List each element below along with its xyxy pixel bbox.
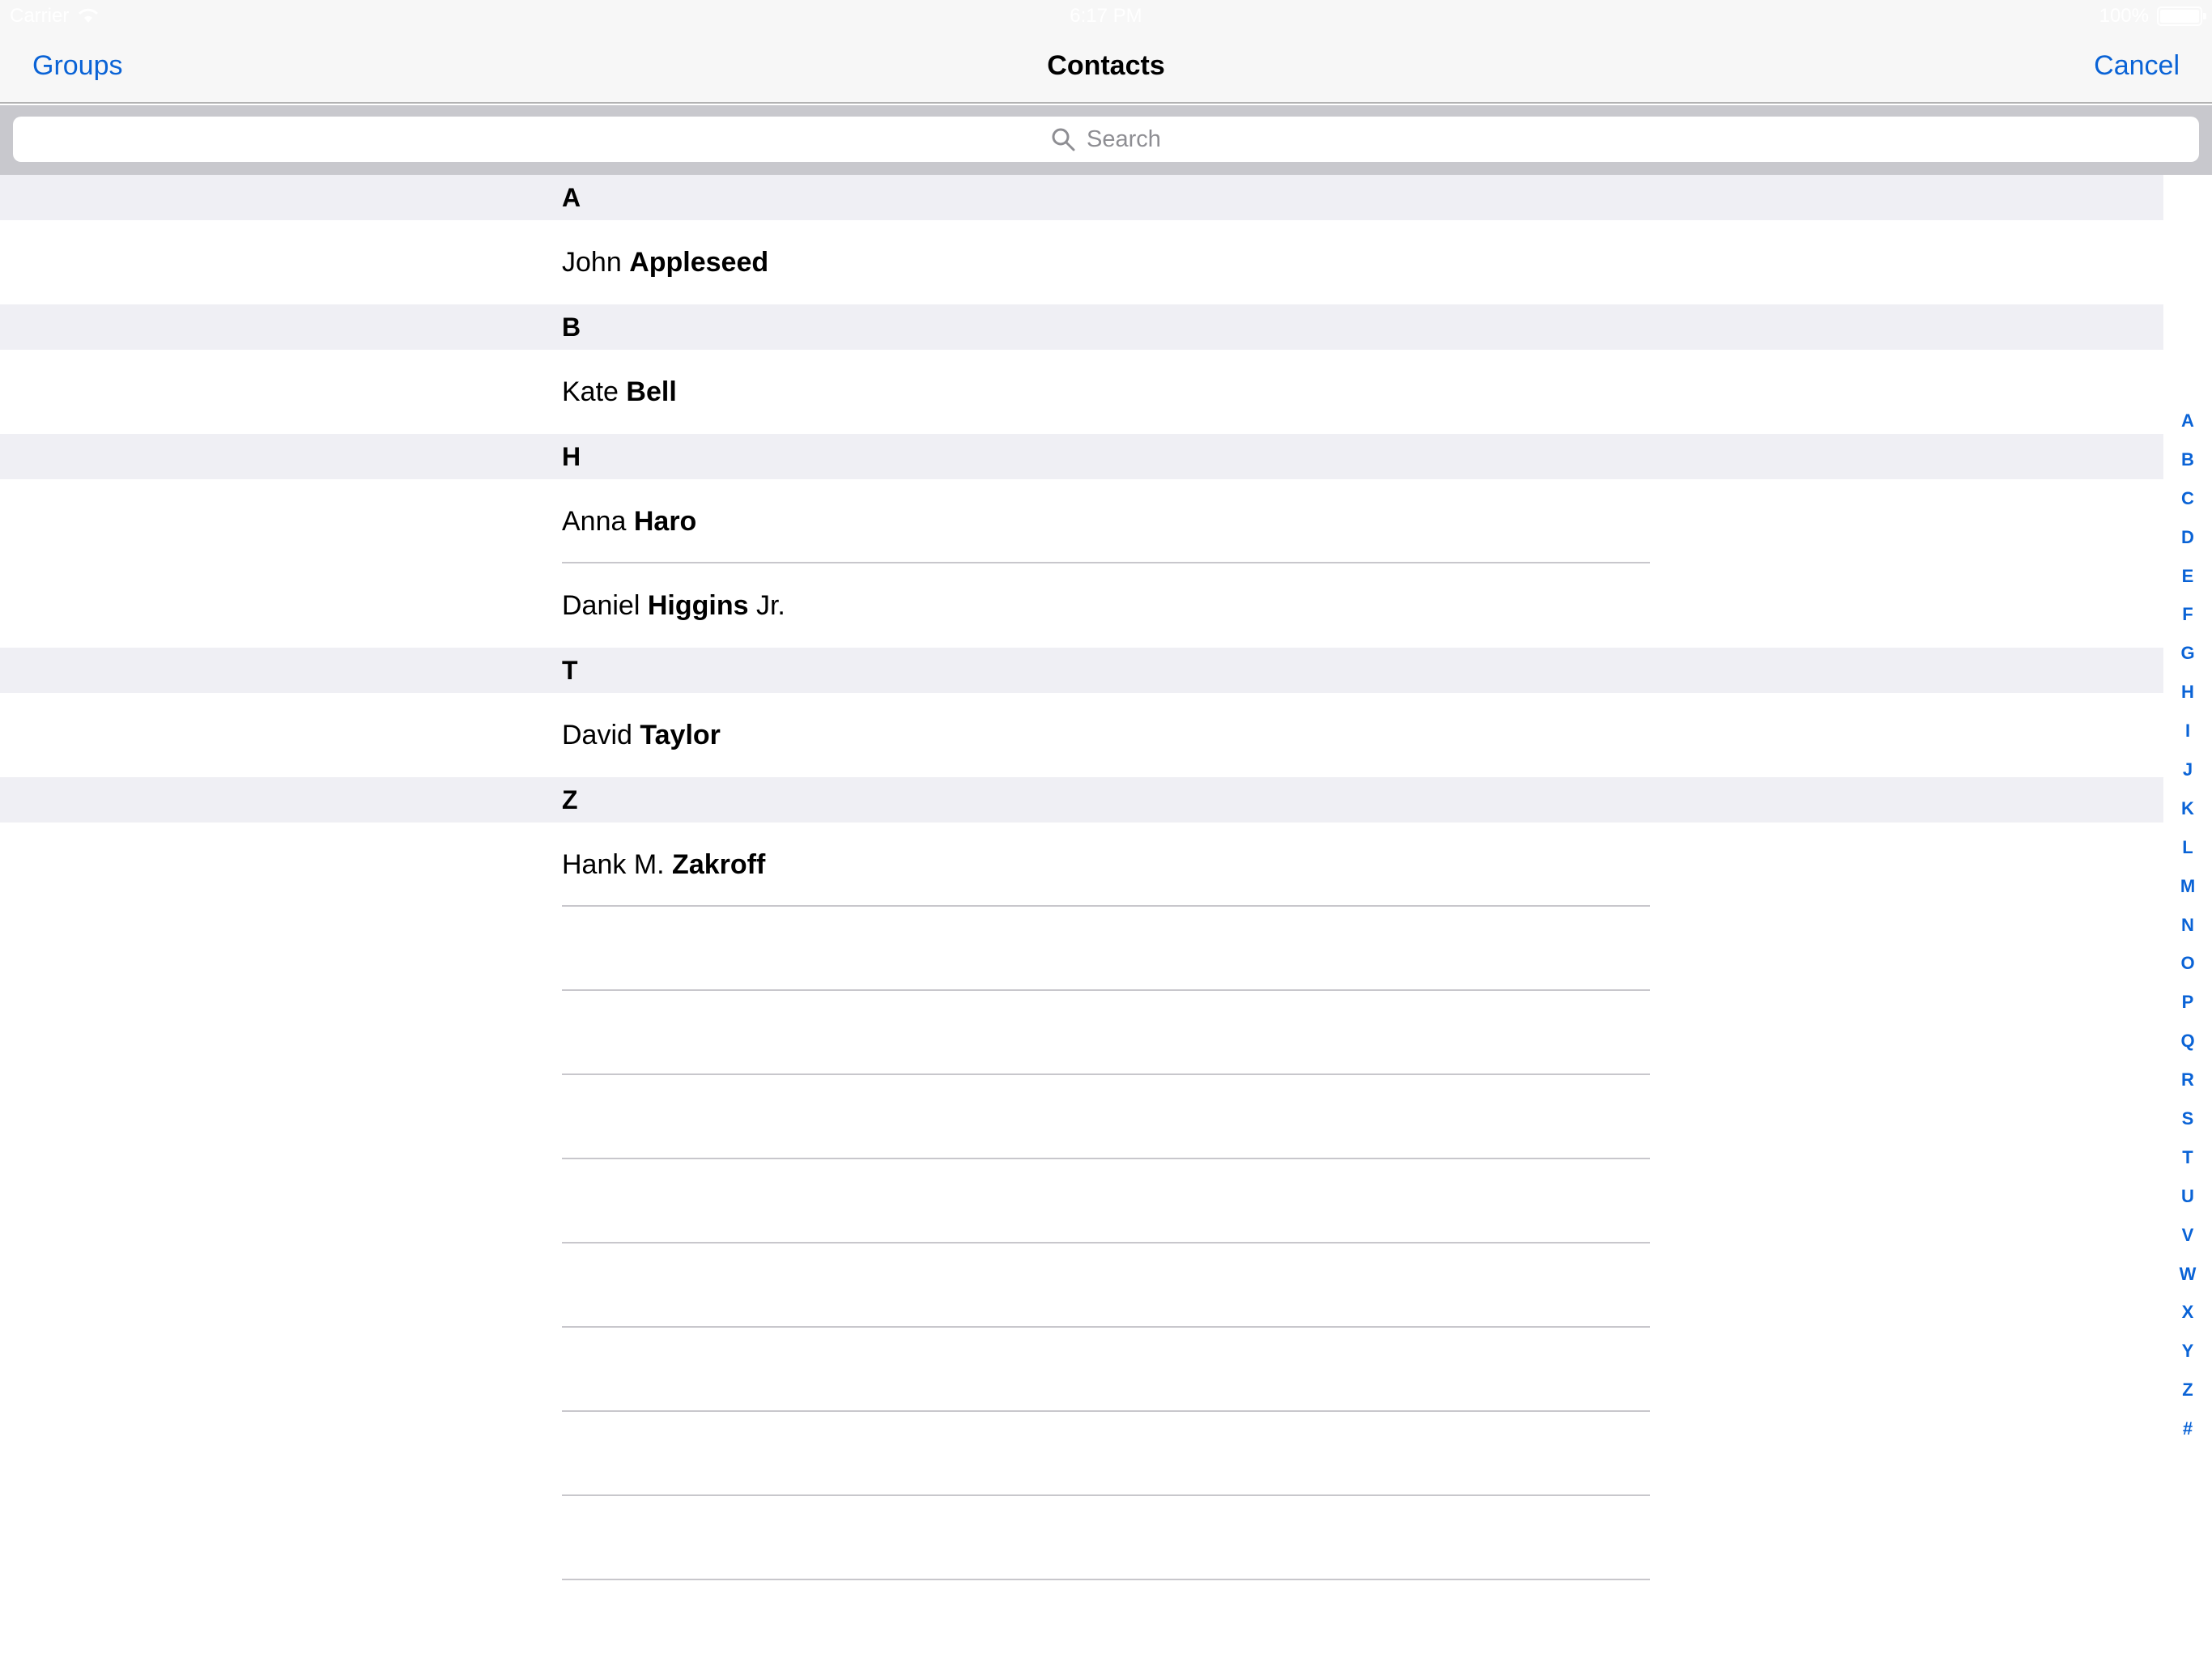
contact-suffix: Jr. (755, 590, 785, 621)
row-divider (562, 1579, 1650, 1580)
index-letter-a[interactable]: A (2163, 402, 2212, 440)
index-letter-q[interactable]: Q (2163, 1022, 2212, 1061)
contacts-list: A John Appleseed B Kate Bell H Anna Haro… (0, 175, 2163, 1580)
contact-last-name: Taylor (640, 720, 721, 750)
contact-last-name: Zakroff (672, 849, 766, 880)
empty-row (0, 1244, 2163, 1328)
section-header-a: A (0, 175, 2163, 220)
page-title: Contacts (1047, 50, 1165, 81)
empty-row (0, 991, 2163, 1075)
empty-row (0, 1075, 2163, 1159)
section-header-b: B (0, 304, 2163, 350)
battery-percent: 100% (2099, 5, 2149, 27)
index-letter-h[interactable]: H (2163, 673, 2212, 712)
contact-row[interactable]: David Taylor (0, 693, 2163, 777)
index-letter-x[interactable]: X (2163, 1293, 2212, 1332)
index-letter-w[interactable]: W (2163, 1255, 2212, 1294)
empty-row (0, 907, 2163, 991)
index-letter-p[interactable]: P (2163, 983, 2212, 1022)
index-letter-r[interactable]: R (2163, 1061, 2212, 1099)
index-letter-d[interactable]: D (2163, 518, 2212, 557)
search-input[interactable]: Search (13, 117, 2199, 162)
empty-row (0, 1496, 2163, 1580)
empty-row (0, 1328, 2163, 1412)
index-letter-o[interactable]: O (2163, 944, 2212, 983)
contact-first-name: Hank M. (562, 849, 665, 880)
index-letter-n[interactable]: N (2163, 906, 2212, 945)
contact-last-name: Bell (626, 376, 677, 407)
search-icon (1052, 128, 1075, 151)
contact-row[interactable]: Kate Bell (0, 350, 2163, 434)
contact-first-name: John (562, 247, 622, 278)
index-letter-k[interactable]: K (2163, 789, 2212, 828)
index-letter-s[interactable]: S (2163, 1099, 2212, 1138)
section-index[interactable]: A B C D E F G H I J K L M N O P Q R S T … (2163, 402, 2212, 1448)
section-header-h: H (0, 434, 2163, 479)
index-letter-j[interactable]: J (2163, 750, 2212, 789)
index-letter-i[interactable]: I (2163, 712, 2212, 750)
contact-row[interactable]: Hank M. Zakroff (0, 823, 2163, 907)
index-letter-u[interactable]: U (2163, 1177, 2212, 1216)
contact-last-name: Haro (633, 506, 697, 537)
contact-row[interactable]: John Appleseed (0, 220, 2163, 304)
index-letter-hash[interactable]: # (2163, 1409, 2212, 1448)
empty-row (0, 1159, 2163, 1244)
contact-first-name: Daniel (562, 590, 640, 621)
section-header-t: T (0, 648, 2163, 693)
contact-row[interactable]: Anna Haro (0, 479, 2163, 563)
battery-info: 100% (2099, 5, 2206, 28)
index-letter-g[interactable]: G (2163, 634, 2212, 673)
contact-first-name: David (562, 720, 632, 750)
section-header-z: Z (0, 777, 2163, 823)
contact-last-name: Higgins (647, 590, 749, 621)
index-letter-f[interactable]: F (2163, 595, 2212, 634)
index-letter-v[interactable]: V (2163, 1216, 2212, 1255)
battery-icon (2157, 6, 2206, 26)
status-time: 6:17 PM (1070, 5, 1142, 27)
index-letter-y[interactable]: Y (2163, 1332, 2212, 1371)
index-letter-m[interactable]: M (2163, 867, 2212, 906)
search-placeholder: Search (1087, 125, 1161, 152)
contact-row[interactable]: Daniel Higgins Jr. (0, 563, 2163, 648)
index-letter-l[interactable]: L (2163, 828, 2212, 867)
index-letter-c[interactable]: C (2163, 479, 2212, 518)
search-bar: Search (0, 105, 2212, 175)
index-letter-z[interactable]: Z (2163, 1371, 2212, 1409)
contact-first-name: Anna (562, 506, 627, 537)
index-letter-t[interactable]: T (2163, 1138, 2212, 1177)
index-letter-e[interactable]: E (2163, 557, 2212, 596)
status-bar: Carrier 6:17 PM 100% (0, 0, 2212, 32)
contact-first-name: Kate (562, 376, 619, 407)
index-letter-b[interactable]: B (2163, 440, 2212, 479)
contact-last-name: Appleseed (629, 247, 769, 278)
cancel-button[interactable]: Cancel (2094, 50, 2180, 82)
navigation-bar: Groups Contacts Cancel (0, 32, 2212, 104)
empty-row (0, 1412, 2163, 1496)
